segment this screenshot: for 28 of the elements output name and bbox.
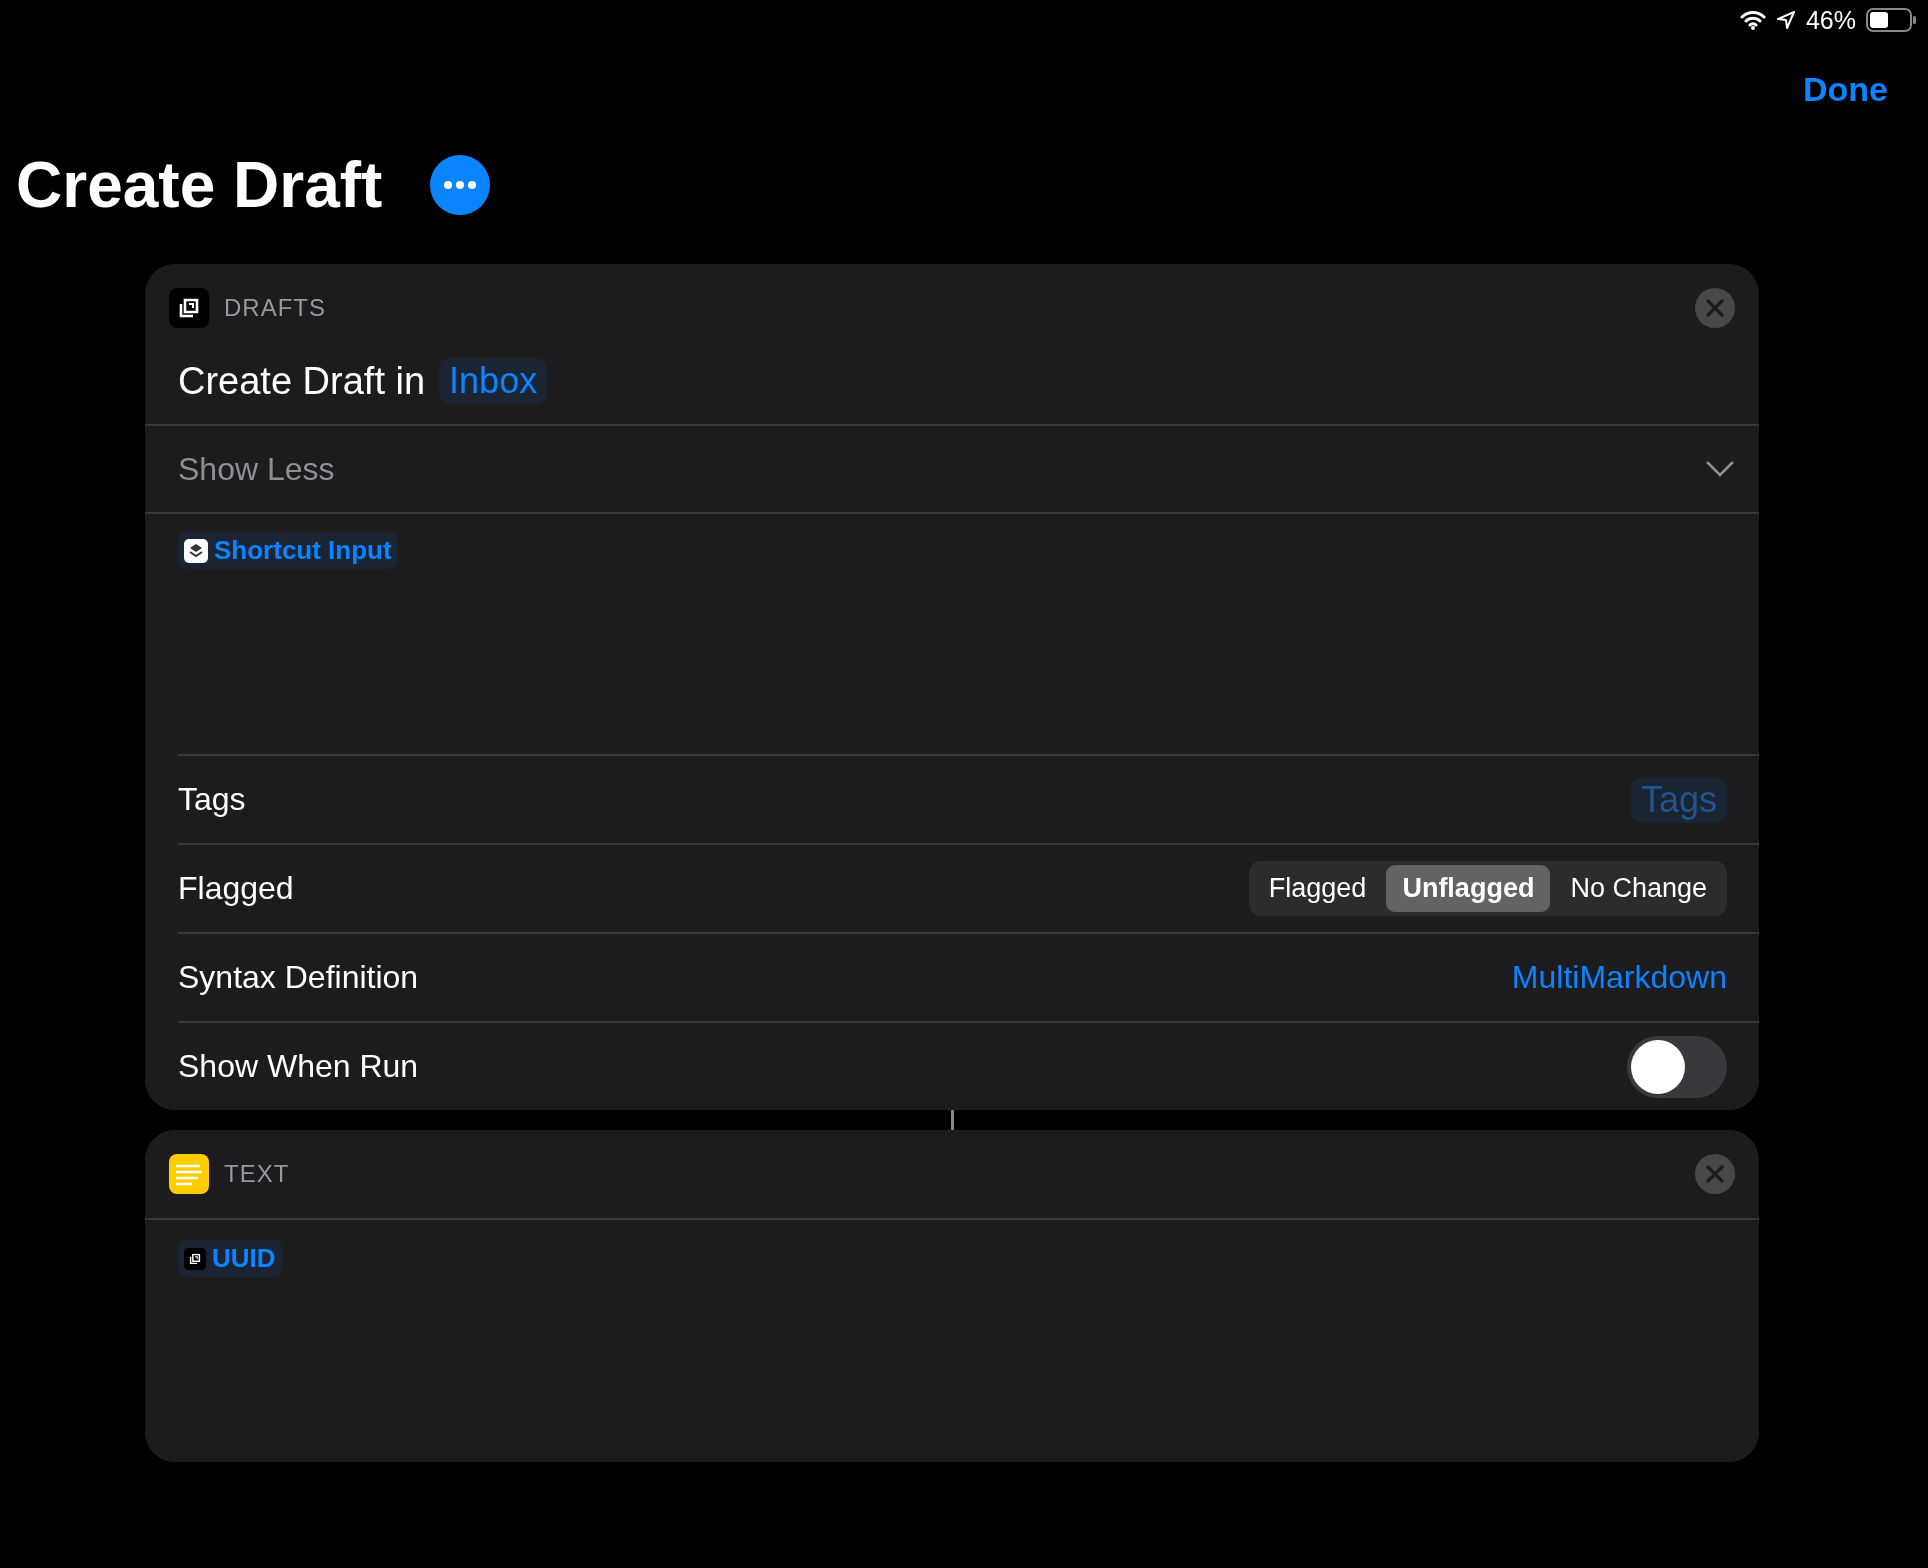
close-icon	[1706, 1165, 1724, 1183]
wifi-icon	[1739, 10, 1766, 30]
ellipsis-icon	[442, 180, 479, 190]
done-button[interactable]: Done	[1803, 70, 1888, 122]
battery-icon	[1866, 8, 1918, 32]
variable-token[interactable]: Shortcut Input	[178, 532, 398, 569]
parameter-label: Tags	[178, 781, 246, 818]
action-summary: Create Draft in	[178, 359, 426, 403]
battery-percentage: 46%	[1805, 5, 1856, 35]
parameter-label: Show When Run	[178, 1048, 419, 1085]
segment-option[interactable]: Flagged	[1252, 865, 1383, 912]
variable-token[interactable]: UUID	[178, 1240, 282, 1277]
show-less-toggle[interactable]: Show Less	[145, 426, 1759, 512]
drafts-app-icon	[169, 288, 209, 328]
location-arrow-icon	[1775, 10, 1796, 30]
folder-parameter[interactable]: Inbox	[439, 358, 548, 404]
close-icon	[1706, 299, 1724, 317]
segment-option[interactable]: Unflagged	[1386, 865, 1551, 912]
page-title: Create Draft	[16, 148, 383, 222]
syntax-value-link[interactable]: MultiMarkdown	[1511, 959, 1727, 996]
parameter-label: Syntax Definition	[178, 959, 419, 996]
shortcut-input-icon	[184, 538, 208, 563]
drafts-token-icon	[184, 1247, 206, 1270]
segment-option[interactable]: No Change	[1554, 865, 1723, 912]
action-app-label: DRAFTS	[224, 294, 327, 322]
action-app-label: TEXT	[224, 1160, 291, 1188]
text-app-icon	[169, 1154, 209, 1194]
parameter-label: Flagged	[178, 870, 294, 907]
